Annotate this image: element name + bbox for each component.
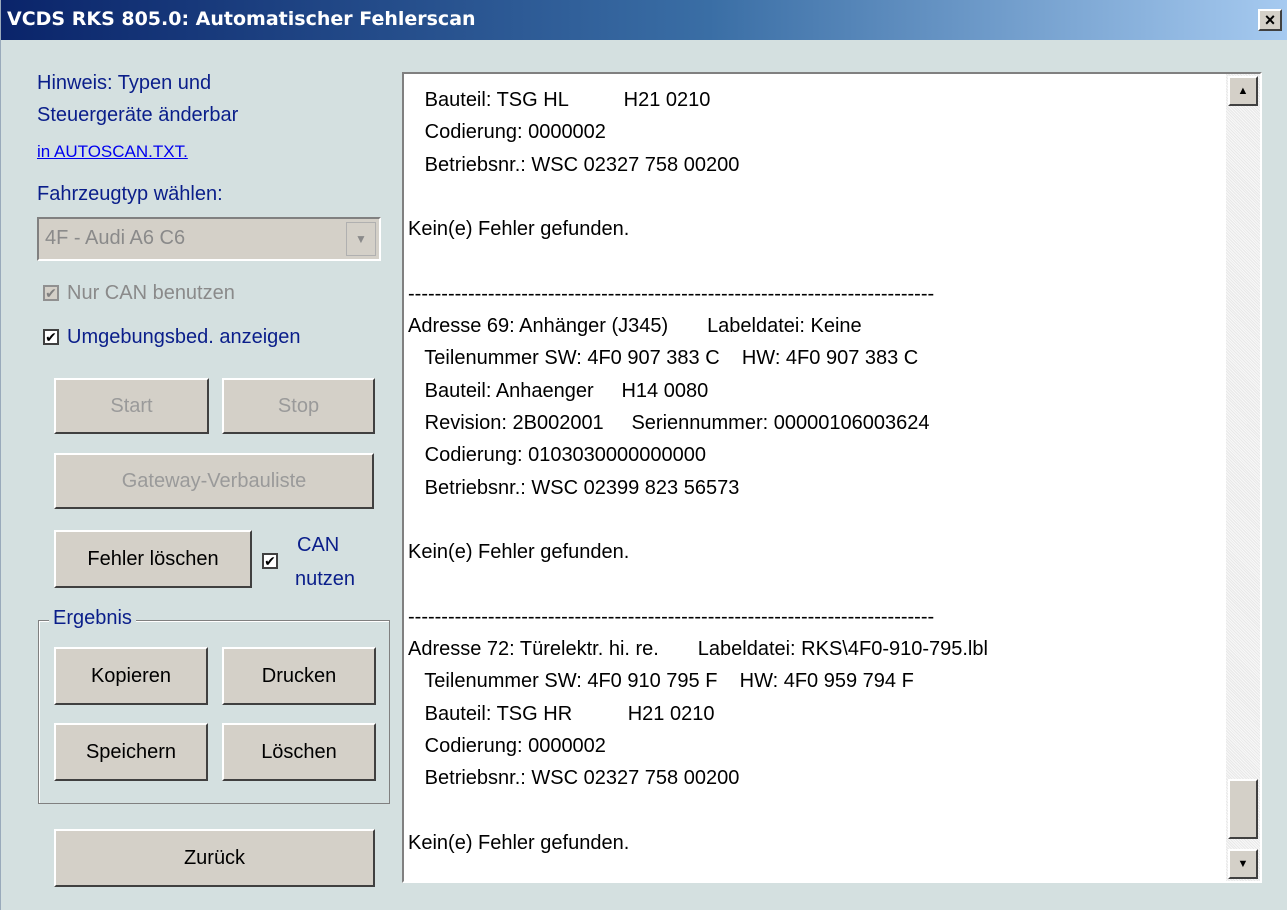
scrollbar-thumb[interactable] bbox=[1228, 779, 1258, 839]
scroll-up-icon[interactable]: ▲ bbox=[1228, 76, 1258, 106]
log-line: Betriebsnr.: WSC 02399 823 56573 bbox=[408, 476, 740, 499]
save-button[interactable]: Speichern bbox=[54, 723, 208, 781]
log-line: Bauteil: Anhaenger H14 0080 bbox=[408, 379, 709, 402]
result-group-legend: Ergebnis bbox=[49, 607, 136, 630]
clear-errors-button[interactable]: Fehler löschen bbox=[54, 530, 252, 588]
scan-output-textbox[interactable]: Bauteil: TSG HL H21 0210 Codierung: 0000… bbox=[402, 72, 1262, 883]
log-line: Kein(e) Fehler gefunden. bbox=[408, 218, 630, 241]
hint-text-line1: Hinweis: Typen und bbox=[37, 72, 212, 94]
log-line: Bauteil: TSG HL H21 0210 bbox=[408, 89, 711, 111]
copy-button[interactable]: Kopieren bbox=[54, 647, 208, 705]
log-line: Betriebsnr.: WSC 02327 758 00200 bbox=[408, 767, 740, 790]
can-use-checkbox[interactable]: ✔ bbox=[262, 553, 278, 569]
vehicle-type-label: Fahrzeugtyp wählen: bbox=[37, 183, 223, 205]
can-only-label: Nur CAN benutzen bbox=[67, 282, 235, 304]
delete-button[interactable]: Löschen bbox=[222, 723, 376, 781]
log-line: Revision: 2B002001 Seriennummer: 0000010… bbox=[408, 411, 930, 434]
gateway-list-button[interactable]: Gateway-Verbauliste bbox=[54, 453, 374, 509]
log-line: Bauteil: TSG HR H21 0210 bbox=[408, 702, 715, 725]
vehicle-type-select[interactable]: 4F - Audi A6 C6 ▼ bbox=[37, 217, 381, 261]
vehicle-type-value: 4F - Audi A6 C6 bbox=[45, 227, 186, 249]
log-line: Codierung: 0103030000000000 bbox=[408, 444, 707, 467]
scroll-down-icon[interactable]: ▼ bbox=[1228, 849, 1258, 879]
close-button[interactable]: × bbox=[1258, 9, 1282, 31]
autoscan-txt-link[interactable]: in AUTOSCAN.TXT. bbox=[37, 142, 188, 162]
log-line: Kein(e) Fehler gefunden. bbox=[408, 541, 630, 564]
env-data-label: Umgebungsbed. anzeigen bbox=[67, 326, 301, 348]
log-line: Adresse 72: Türelektr. hi. re. Labeldate… bbox=[408, 638, 988, 661]
start-button[interactable]: Start bbox=[54, 378, 209, 434]
scan-log: Bauteil: TSG HL H21 0210 Codierung: 0000… bbox=[408, 84, 1223, 859]
log-line: Kein(e) Fehler gefunden. bbox=[408, 831, 630, 854]
title-bar[interactable]: VCDS RKS 805.0: Automatischer Fehlerscan… bbox=[1, 0, 1287, 46]
log-line: Codierung: 0000002 bbox=[408, 121, 606, 144]
chevron-down-icon[interactable]: ▼ bbox=[346, 222, 376, 256]
autoscan-window: VCDS RKS 805.0: Automatischer Fehlerscan… bbox=[0, 0, 1287, 910]
log-line: ----------------------------------------… bbox=[408, 605, 935, 628]
log-line: Codierung: 0000002 bbox=[408, 734, 606, 757]
hint-text-line2: Steuergeräte änderbar bbox=[37, 104, 239, 126]
stop-button[interactable]: Stop bbox=[222, 378, 375, 434]
log-line: ----------------------------------------… bbox=[408, 282, 935, 305]
env-data-checkbox[interactable]: ✔ bbox=[43, 329, 59, 345]
log-line: Teilenummer SW: 4F0 910 795 F HW: 4F0 95… bbox=[408, 670, 914, 693]
log-line: Teilenummer SW: 4F0 907 383 C HW: 4F0 90… bbox=[408, 347, 919, 370]
log-line: Betriebsnr.: WSC 02327 758 00200 bbox=[408, 153, 740, 176]
can-only-checkbox[interactable]: ✔ bbox=[43, 285, 59, 301]
can-use-label-line1: CAN bbox=[297, 534, 340, 556]
window-title: VCDS RKS 805.0: Automatischer Fehlerscan bbox=[7, 8, 476, 30]
back-button[interactable]: Zurück bbox=[54, 829, 375, 887]
vertical-scrollbar[interactable]: ▲ ▼ bbox=[1226, 74, 1260, 881]
print-button[interactable]: Drucken bbox=[222, 647, 376, 705]
can-use-label-line2: nutzen bbox=[295, 568, 356, 590]
log-line: Adresse 69: Anhänger (J345) Labeldatei: … bbox=[408, 315, 862, 338]
